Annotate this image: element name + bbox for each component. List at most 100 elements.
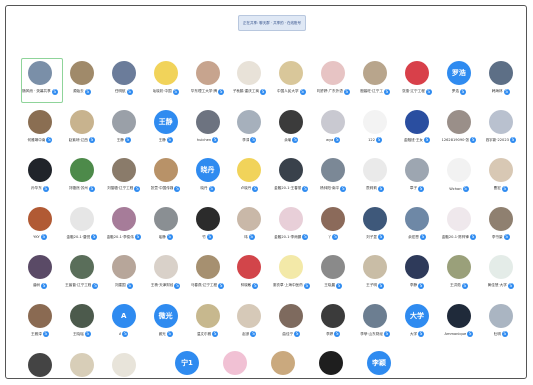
participant-tile[interactable]: 金融班·王女 S — [396, 106, 438, 155]
avatar — [111, 61, 136, 85]
participant-tile[interactable]: 李静 S — [396, 251, 438, 300]
participant-name: 金融20-1·唐悦 — [66, 234, 91, 239]
participant-tile[interactable]: 随风而 · 荧幕共享 S — [19, 57, 63, 106]
participant-tile[interactable]: huichen S — [187, 106, 229, 155]
participant-tile[interactable]: 源始去 S — [61, 57, 103, 106]
status-badge: S — [218, 282, 225, 289]
participant-tile[interactable]: YKY S — [19, 203, 61, 252]
status-badge: S — [424, 137, 431, 144]
participant-tile[interactable]: 张惠·辽宁工程 S — [396, 57, 438, 106]
participant-tile[interactable]: wya S — [312, 106, 354, 155]
participant-tile[interactable]: AAS — [103, 300, 145, 349]
participant-tile[interactable]: 王晓晨 S — [312, 251, 354, 300]
participant-tile[interactable]: 子秋鹤·重庆工商 S — [228, 57, 270, 106]
avatar — [446, 206, 471, 231]
participant-tile[interactable]: 李颖李颖S — [362, 347, 396, 378]
participant-tile[interactable]: 章子 S — [396, 154, 438, 203]
participant-tile[interactable]: 金融20-1·李俊伟 S — [103, 203, 145, 252]
status-badge: S — [509, 137, 516, 144]
participant-tile[interactable]: 王宸普·辽宁工程 S — [61, 251, 103, 300]
participant-name: 卢晓丹 — [240, 186, 252, 191]
participant-tile[interactable]: 罗浩 罗浩 S — [438, 57, 480, 106]
participant-tile[interactable]: 黄佳慧·大学 S — [480, 251, 522, 300]
status-badge: S — [174, 185, 181, 192]
participant-tile[interactable]: 李淳 S — [228, 106, 270, 155]
participant-tile[interactable]: 殷馨旺·辽宁工 S — [354, 57, 396, 106]
participant-tile[interactable]: 任明航 S — [103, 57, 145, 106]
participant-tile[interactable]: 宁1 金融20-1·宁S — [170, 347, 204, 378]
screen-share-notice[interactable]: 正在共享: 聊天群 · 共享的 · 在线账号 — [238, 15, 306, 31]
participant-tile[interactable]: 林晓敏 S — [228, 251, 270, 300]
participant-meta: Ammonique S — [444, 331, 474, 338]
participant-tile[interactable]: 金融20-1·唐悦 S — [61, 203, 103, 252]
participant-tile[interactable]: 晓丹 晓丹 S — [187, 154, 229, 203]
participant-tile[interactable]: 杜明 S — [480, 300, 522, 349]
participant-tile[interactable]: 谐树 S — [19, 251, 61, 300]
participant-tile[interactable]: 刘子昱 S — [354, 203, 396, 252]
participant-tile[interactable]: 王子明 S — [354, 251, 396, 300]
participant-tile[interactable]: 温文尔雅 S — [187, 300, 229, 349]
participant-tile[interactable]: 李婷 S — [312, 300, 354, 349]
participant-tile[interactable]: 灿晓彩·中国 S — [145, 57, 187, 106]
participant-tile[interactable]: 余宏恩 S — [396, 203, 438, 252]
status-badge: S — [51, 88, 58, 95]
participant-tile[interactable]: 王晓瑶 S — [61, 300, 103, 349]
participant-tile[interactable]: 张悦S — [218, 347, 252, 378]
participant-tile[interactable]: Ammonique S — [438, 300, 480, 349]
participant-meta: 温文尔雅 S — [197, 331, 219, 338]
participant-tile[interactable]: 王静 王静 S — [145, 106, 187, 155]
participant-tile[interactable]: 微光 微光 S — [145, 300, 187, 349]
participant-tile[interactable]: 中国人民大学 S — [270, 57, 312, 106]
participant-tile[interactable]: 刘明S — [266, 347, 300, 378]
participant-tile[interactable]: 华东理工大学·牌 S — [187, 57, 229, 106]
participant-tile[interactable]: 李书豪 S — [480, 203, 522, 252]
participant-tile[interactable]: 刘建国 S — [103, 251, 145, 300]
participant-tile[interactable]: 孙华东 S — [19, 154, 61, 203]
participant-tile[interactable]: Wchon S — [438, 154, 480, 203]
participant-tile[interactable]: 1262819090·张 S — [438, 106, 480, 155]
participant-tile[interactable]: 曲佳宁 S — [270, 300, 312, 349]
participant-tile[interactable]: 竹S — [187, 203, 229, 252]
status-badge: S — [41, 282, 48, 289]
participant-tile[interactable]: 曹宏 S — [480, 154, 522, 203]
participant-name: 王静 — [158, 137, 166, 142]
participant-tile[interactable]: 詹莉莉 S — [354, 154, 396, 203]
participant-tile[interactable]: 瑶静 S — [145, 203, 187, 252]
participant-meta: 王杨·天津财经 S — [151, 282, 181, 289]
participant-tile[interactable]: 122 S — [354, 106, 396, 155]
participant-tile[interactable]: 张萱·中国传媒 S — [145, 154, 187, 203]
participant-tile[interactable]: 赵彦 S — [228, 300, 270, 349]
status-badge: S — [212, 137, 219, 144]
participant-name: 黄佳慧·大学 — [487, 283, 507, 288]
participant-tile[interactable]: 卢晓丹 S — [228, 154, 270, 203]
participant-tile[interactable]: 杨帅阳·南平 S — [312, 154, 354, 203]
participant-meta: 杨帅阳·南平 S — [320, 185, 347, 192]
participant-tile[interactable]: 韩海林 S — [480, 57, 522, 106]
participant-tile[interactable]: 金融20-1·王春丽 S — [270, 154, 312, 203]
participant-tile[interactable]: 梅玲S — [314, 347, 348, 378]
participant-tile[interactable]: 丫S — [312, 203, 354, 252]
participant-tile[interactable]: 金融20-1·陈梓锋 S — [438, 203, 480, 252]
participant-name: 王静 — [116, 137, 124, 142]
participant-tile[interactable]: wmS — [61, 349, 103, 378]
participant-tile[interactable]: 薰衣草·上海中医药 S — [270, 251, 312, 300]
participant-tile[interactable]: 玮S — [228, 203, 270, 252]
participant-tile[interactable]: 李菲·山东财经 S — [354, 300, 396, 349]
participant-tile[interactable]: 王雅淳 S — [19, 300, 61, 349]
participant-tile[interactable]: 刘舒婷·广东外语 S — [312, 57, 354, 106]
participant-tile[interactable]: 马春燕·辽宁工程 S — [187, 251, 229, 300]
participant-tile[interactable]: 赵紫琼·辽西 S — [61, 106, 103, 155]
participant-meta: 章子 S — [410, 185, 425, 192]
participant-tile[interactable]: 金融20-1·赵诗涵S — [19, 349, 61, 378]
participant-tile[interactable]: 何雅琳中南 S — [19, 106, 61, 155]
participant-tile[interactable]: 金融20-1·李雨鹏 S — [270, 203, 312, 252]
participant-tile[interactable]: 王杨·天津财经 S — [145, 251, 187, 300]
participant-tile[interactable]: 王洪茹 S — [438, 251, 480, 300]
participant-tile[interactable]: 刘璐然·苏州 S — [61, 154, 103, 203]
participant-tile[interactable]: 刘猫璐·辽宁工程 S — [103, 154, 145, 203]
participant-tile[interactable]: 余瑜 S — [270, 106, 312, 155]
participant-tile[interactable]: 钱宇新·22023 S — [480, 106, 522, 155]
participant-tile[interactable]: 大学 大学 S — [396, 300, 438, 349]
participant-tile[interactable]: 121S — [103, 349, 145, 378]
participant-tile[interactable]: 王静 S — [103, 106, 145, 155]
